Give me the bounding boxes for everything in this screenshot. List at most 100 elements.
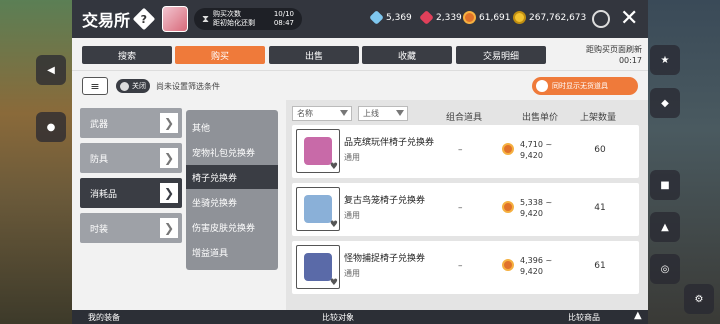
- side-button-right-4[interactable]: ▲: [650, 212, 680, 242]
- item-name: 品克缤玩伴椅子兑换券: [344, 138, 435, 148]
- list-item[interactable]: ♥ 品克缤玩伴椅子兑换券 通用 – 4,710 ~ 9,420 60: [292, 125, 639, 178]
- category-consumable[interactable]: 消耗品 ❯: [80, 178, 182, 208]
- currency-value: 267,762,673: [529, 12, 587, 23]
- heart-icon[interactable]: ♥: [330, 278, 338, 288]
- coin-icon: [502, 143, 514, 155]
- triangle-down-icon: [396, 110, 404, 116]
- item-combo: –: [458, 145, 463, 155]
- chevron-right-icon: ❯: [160, 148, 178, 168]
- filter-row: ≡ 关闭 尚未设置筛选条件 同时显示无货道具: [72, 70, 648, 100]
- compare-item-button[interactable]: 比较商品: [568, 312, 600, 323]
- meso-icon: [513, 11, 526, 24]
- reset-value: 08:47: [273, 19, 295, 27]
- subcategory-pet-pack[interactable]: 宠物礼包兑换券: [186, 140, 278, 164]
- exchange-window: 交易所 ? ⧗ 购买次数 距初始化还剩 10/10 08:47 5,369 2,…: [72, 0, 648, 324]
- chevron-right-icon: ❯: [160, 113, 178, 133]
- my-equipment-button[interactable]: 我的装备: [88, 312, 120, 323]
- subcategory-damage-skin[interactable]: 伤害皮肤兑换券: [186, 215, 278, 239]
- subcategory-other[interactable]: 其他: [186, 115, 278, 139]
- tab-favorites[interactable]: 收藏: [362, 46, 452, 64]
- category-label: 消耗品: [90, 189, 118, 200]
- close-icon[interactable]: ✕: [620, 6, 638, 32]
- column-combo: 组合道具: [446, 113, 483, 123]
- hourglass-icon: ⧗: [202, 13, 210, 25]
- list-item[interactable]: ♥ 复古鸟笼椅子兑换券 通用 – 5,338 ~ 9,420 41: [292, 183, 639, 236]
- item-list: 名称 上线 组合道具 出售单价 上架数量 ♥ 品克缤玩伴椅子兑换券 通用 – 4…: [286, 100, 648, 310]
- ruby-icon: [419, 10, 434, 25]
- column-price: 出售单价: [522, 113, 559, 123]
- filter-toggle[interactable]: 关闭: [116, 79, 150, 93]
- tab-bar: 搜索 购买 出售 收藏 交易明细 距购买页面刷新 00:17: [72, 38, 648, 70]
- side-button-left-1[interactable]: ◀: [36, 55, 66, 85]
- currency-value: 61,691: [479, 12, 511, 23]
- name-sort-select[interactable]: 名称: [292, 106, 352, 121]
- subcategory-mount[interactable]: 坐骑兑换券: [186, 190, 278, 214]
- item-thumbnail: ♥: [296, 129, 340, 173]
- side-button-right-2[interactable]: ◆: [650, 88, 680, 118]
- currency-value: 2,339: [436, 12, 462, 23]
- window-header: 交易所 ? ⧗ 购买次数 距初始化还剩 10/10 08:47 5,369 2,…: [72, 0, 648, 38]
- buy-count-label: 购买次数: [213, 10, 242, 18]
- price-max: 9,420: [520, 267, 543, 276]
- category-fashion[interactable]: 时装 ❯: [80, 213, 182, 243]
- category-weapon[interactable]: 武器 ❯: [80, 108, 182, 138]
- price-min: 4,396 ~: [520, 256, 553, 265]
- filter-settings-icon[interactable]: ≡: [82, 77, 108, 95]
- list-item[interactable]: ♥ 怪物捕捉椅子兑换券 通用 – 4,396 ~ 9,420 61: [292, 241, 639, 294]
- side-button-right-1[interactable]: ★: [650, 45, 680, 75]
- tab-search[interactable]: 搜索: [82, 46, 172, 64]
- tab-buy[interactable]: 购买: [175, 46, 265, 64]
- item-art: [304, 137, 332, 165]
- item-thumbnail: ♥: [296, 245, 340, 289]
- toggle-knob: [120, 81, 129, 91]
- heart-icon[interactable]: ♥: [330, 220, 338, 230]
- main-panel: 武器 ❯ 防具 ❯ 消耗品 ❯ 时装 ❯ 其他 宠物礼包兑换券 椅子兑换券 坐骑兑换券 …: [72, 100, 648, 310]
- category-label: 防具: [90, 154, 109, 165]
- settings-icon[interactable]: [592, 10, 610, 28]
- currency-ruby: 2,339: [419, 10, 462, 25]
- chevron-right-icon: ❯: [160, 218, 178, 238]
- game-background-right: ★ ◆ ■ ▲ ◎ ⚙: [648, 0, 720, 324]
- currency-meso: 267,762,673: [513, 11, 586, 24]
- help-icon-symbol: ?: [140, 12, 148, 26]
- coin-icon: [502, 259, 514, 271]
- list-header: 名称 上线 组合道具 出售单价 上架数量: [286, 104, 648, 124]
- item-art: [304, 195, 332, 223]
- category-armor[interactable]: 防具 ❯: [80, 143, 182, 173]
- category-label: 武器: [90, 119, 109, 130]
- help-icon[interactable]: ?: [132, 7, 156, 31]
- triangle-down-icon: [340, 110, 348, 116]
- item-quantity: 41: [594, 203, 606, 213]
- buy-count-panel: ⧗ 购买次数 距初始化还剩 10/10 08:47: [194, 8, 303, 30]
- refresh-label: 距购买页面刷新: [586, 45, 642, 54]
- compare-target-button[interactable]: 比较对象: [322, 312, 354, 323]
- item-thumbnail: ♥: [296, 187, 340, 231]
- subcategory-buff[interactable]: 增益道具: [186, 240, 278, 264]
- side-button-left-2[interactable]: ●: [36, 112, 66, 142]
- item-tag: 通用: [344, 269, 360, 278]
- gear-icon[interactable]: ⚙: [684, 284, 714, 314]
- subcategory-chair[interactable]: 椅子兑换券: [186, 165, 278, 189]
- show-unavailable-label: 同时显示无货道具: [552, 82, 608, 90]
- side-button-right-3[interactable]: ■: [650, 170, 680, 200]
- price-max: 9,420: [520, 209, 543, 218]
- item-name: 怪物捕捉椅子兑换券: [344, 254, 426, 264]
- coin-icon: [502, 201, 514, 213]
- heart-icon[interactable]: ♥: [330, 162, 338, 172]
- level-select-label: 上线: [363, 109, 379, 118]
- coin-icon: [463, 11, 476, 24]
- show-unavailable-toggle[interactable]: 同时显示无货道具: [532, 77, 638, 95]
- side-button-right-5[interactable]: ◎: [650, 254, 680, 284]
- chevron-up-icon[interactable]: ▲: [634, 310, 642, 321]
- category-list: 武器 ❯ 防具 ❯ 消耗品 ❯ 时装 ❯: [80, 108, 182, 248]
- level-select[interactable]: 上线: [358, 106, 408, 121]
- tab-history[interactable]: 交易明细: [456, 46, 546, 64]
- subcategory-list: 其他 宠物礼包兑换券 椅子兑换券 坐骑兑换券 伤害皮肤兑换券 增益道具: [186, 110, 278, 270]
- item-price: 4,710 ~ 9,420: [520, 139, 552, 161]
- price-min: 5,338 ~: [520, 198, 553, 207]
- filter-status-text: 尚未设置筛选条件: [156, 82, 220, 91]
- tab-sell[interactable]: 出售: [269, 46, 359, 64]
- diamond-icon: [369, 10, 384, 25]
- game-background-left: ◀ ●: [0, 0, 72, 324]
- item-art: [304, 253, 332, 281]
